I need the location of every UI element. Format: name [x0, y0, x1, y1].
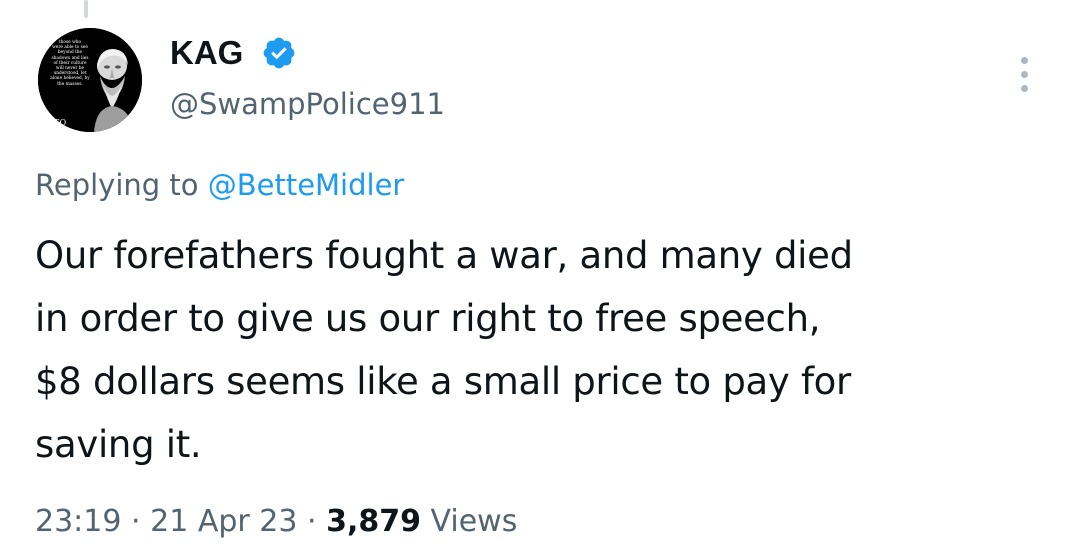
tweet-text: Our forefathers fought a war, and many d…: [35, 224, 1065, 476]
more-dot: [1021, 57, 1028, 64]
verified-badge-icon: [263, 37, 295, 69]
more-dot: [1021, 85, 1028, 92]
tweet-metadata: 23:19 · 21 Apr 23 · 3,879 Views: [35, 503, 517, 541]
replying-to-line: Replying to @BetteMidler: [35, 166, 404, 204]
tweet-text-line: Our forefathers fought a war, and many d…: [35, 234, 853, 277]
user-handle[interactable]: @SwampPolice911: [170, 86, 445, 122]
views-label: Views: [430, 504, 518, 539]
meta-separator: ·: [131, 504, 141, 539]
tweet-text-line: $8 dollars seems like a small price to p…: [35, 360, 851, 403]
tweet-text-line: saving it.: [35, 423, 202, 466]
display-name[interactable]: KAG: [170, 33, 243, 73]
views-count[interactable]: 3,879: [326, 504, 421, 539]
tweet-time[interactable]: 23:19: [35, 504, 121, 539]
more-dot: [1021, 71, 1028, 78]
thread-connector-line: [84, 0, 88, 18]
avatar-signature: ATO: [48, 118, 67, 127]
tweet-text-line: in order to give us our right to free sp…: [35, 297, 821, 340]
avatar[interactable]: those who were able to see beyond the sh…: [38, 28, 142, 132]
reply-to-mention-link[interactable]: @BetteMidler: [208, 168, 405, 202]
replying-prefix: Replying to: [35, 168, 199, 202]
meta-separator: ·: [306, 504, 317, 539]
avatar-quote: those who were able to see beyond the sh…: [50, 40, 90, 87]
more-options-icon[interactable]: [1015, 55, 1035, 95]
tweet-date[interactable]: 21 Apr 23: [150, 504, 297, 539]
